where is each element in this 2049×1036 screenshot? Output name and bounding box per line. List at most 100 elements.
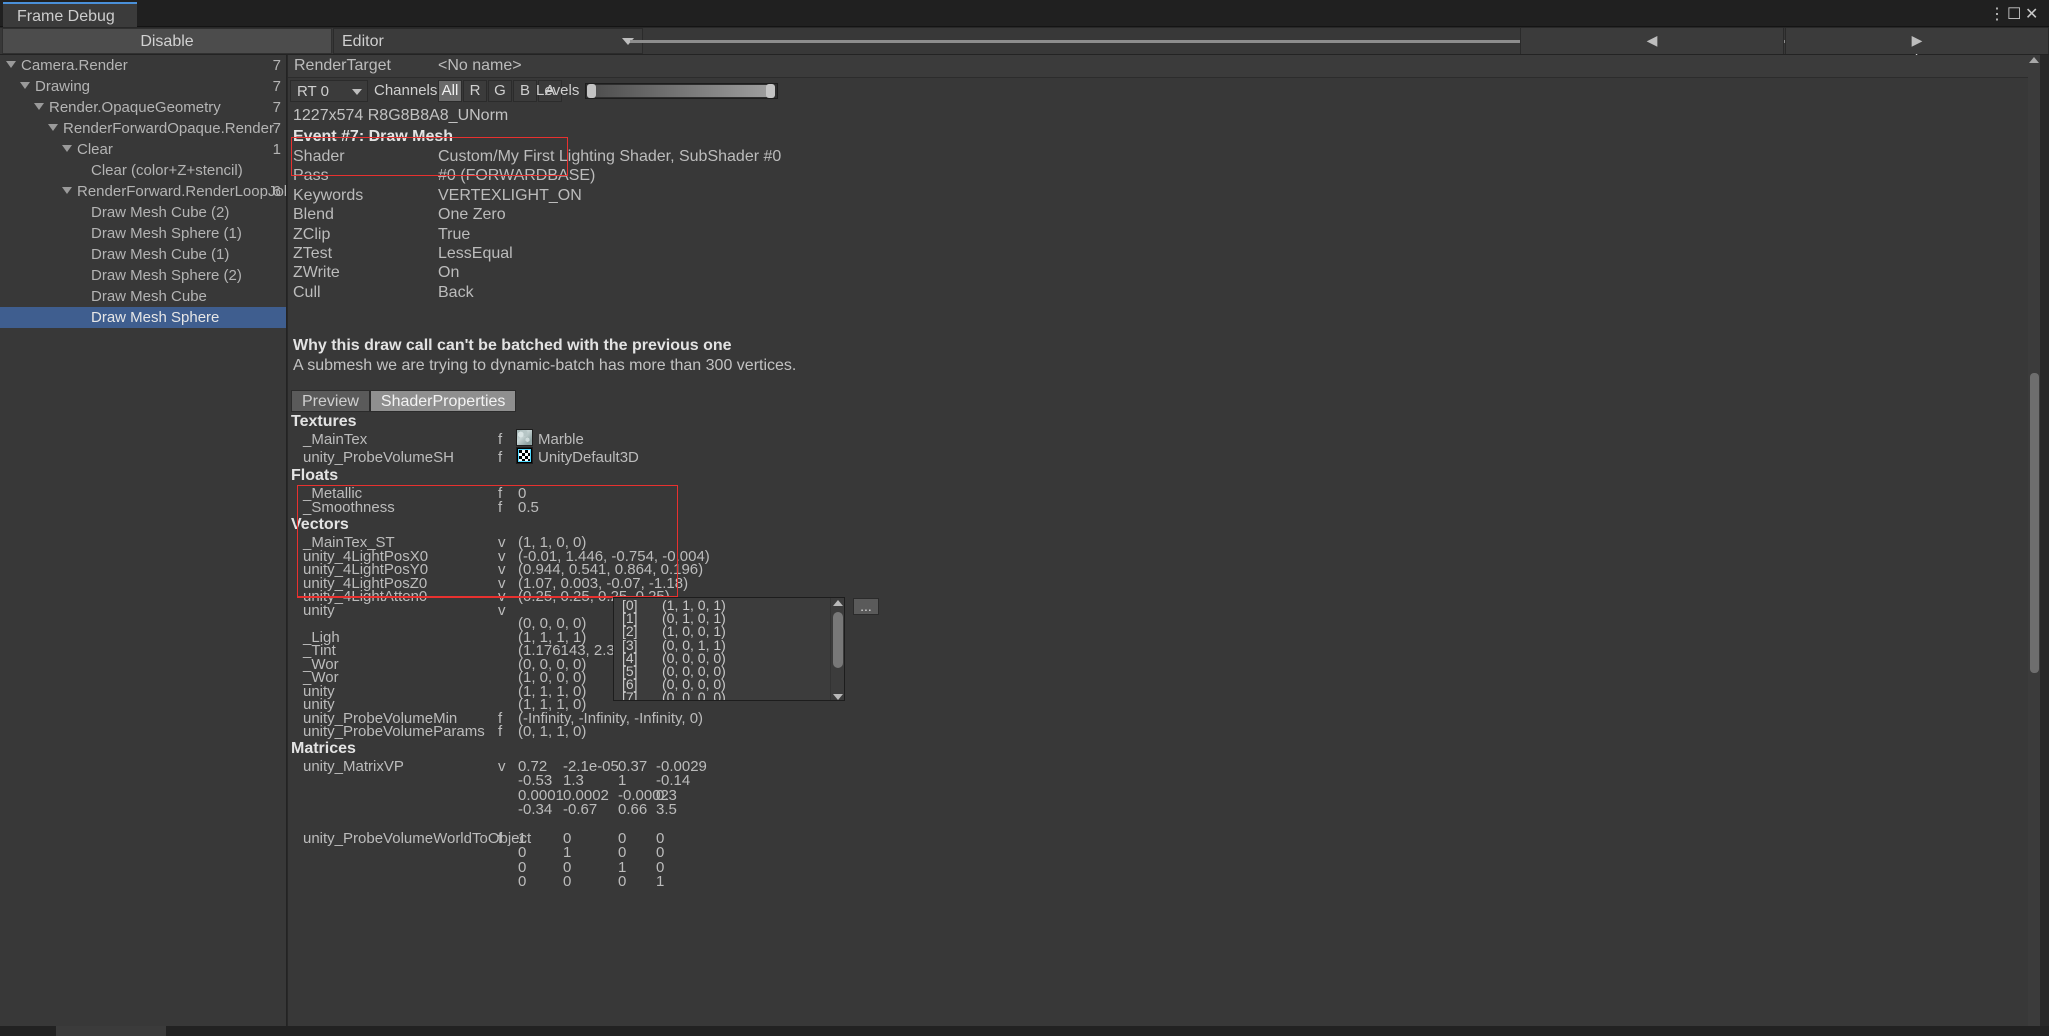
array-values-popup[interactable]: [0] (1, 1, 0, 1) [1] (0, 1, 0, 1) [2] (1, 0, … <box>613 597 845 701</box>
property-value: Custom/My First Lighting Shader, SubShad… <box>438 148 782 165</box>
render-target-info: 1227x574 R8G8B8A8_UNorm <box>293 107 509 124</box>
levels-max-handle[interactable] <box>766 84 775 98</box>
tree-item[interactable]: Draw Mesh Cube (2) <box>0 202 286 223</box>
array-popup-row[interactable]: [4] (0, 0, 0, 0) <box>614 650 844 666</box>
property-key: ZTest <box>293 245 333 262</box>
array-popup-row[interactable]: [3] (0, 0, 1, 1) <box>614 637 844 653</box>
triangle-down-icon[interactable] <box>6 61 16 68</box>
property-key: ZClip <box>293 225 331 243</box>
section-header: Floats <box>291 467 339 484</box>
scroll-down-arrow-icon[interactable] <box>833 694 843 700</box>
detail-tab-bar: Preview ShaderProperties <box>291 390 517 412</box>
event-hierarchy-tree[interactable]: Camera.Render 7 Drawing 7 Render.OpaqueGeome… <box>0 55 287 1036</box>
levels-gradient <box>587 85 767 97</box>
tree-item[interactable]: Clear 1 <box>0 139 286 160</box>
tree-item[interactable]: Draw Mesh Sphere (1) <box>0 223 286 244</box>
event-slider[interactable]: 7 of 7 <box>630 28 1923 67</box>
scroll-up-arrow-icon[interactable] <box>833 600 843 606</box>
tree-item[interactable]: Camera.Render 7 <box>0 55 286 76</box>
property-value: True <box>438 225 471 243</box>
triangle-spacer-icon <box>76 250 86 257</box>
tree-item[interactable]: Draw Mesh Cube (1) <box>0 244 286 265</box>
tab-preview[interactable]: Preview <box>291 390 370 412</box>
rt-index-label: RT 0 <box>297 83 329 100</box>
tree-item[interactable]: RenderForwardOpaque.Render 7 <box>0 118 286 139</box>
levels-label: Levels <box>536 82 580 99</box>
property-value: LessEqual <box>438 245 513 262</box>
triangle-spacer-icon <box>76 313 86 320</box>
levels-range-slider[interactable] <box>585 83 778 99</box>
shader-property-value: 0.5 <box>518 498 539 516</box>
matrix-type: v <box>498 757 506 775</box>
scroll-up-arrow-icon[interactable] <box>2029 57 2039 63</box>
prev-event-button[interactable]: ◀ <box>1520 28 1784 54</box>
array-popup-row[interactable]: [0] (1, 1, 0, 1) <box>614 598 844 613</box>
tree-item[interactable]: Render.OpaqueGeometry 7 <box>0 97 286 118</box>
section-header: Matrices <box>291 739 356 757</box>
tree-item[interactable]: Draw Mesh Sphere <box>0 307 286 328</box>
array-popup-row[interactable]: [1] (0, 1, 0, 1) <box>614 610 844 626</box>
triangle-spacer-icon <box>76 208 86 215</box>
array-popup-row[interactable]: [7] (0, 0, 0, 0) <box>614 689 844 701</box>
property-row: Blend One Zero <box>288 206 2040 225</box>
array-expand-button[interactable]: ... <box>853 598 879 615</box>
array-popup-row[interactable]: [6] (0, 0, 0, 0) <box>614 676 844 692</box>
detail-panel-scrollbar[interactable] <box>2028 55 2040 1036</box>
channel-button-b[interactable]: B <box>513 80 537 102</box>
shader-property-row: unity_ProbeVolumeParams f (0, 1, 1, 0) <box>288 723 2040 740</box>
close-icon[interactable]: ✕ <box>2025 4 2043 24</box>
tab-shaderproperties[interactable]: ShaderProperties <box>369 390 517 412</box>
property-value: On <box>438 264 460 282</box>
shader-property-type: f <box>498 431 503 448</box>
disable-button-label: Disable <box>140 33 194 50</box>
levels-min-handle[interactable] <box>587 84 596 98</box>
disable-button[interactable]: Disable <box>2 28 332 54</box>
shader-property-row: _MainTex f Marble <box>288 429 2040 448</box>
status-strip <box>0 1026 2049 1036</box>
target-dropdown[interactable]: Editor <box>333 28 643 54</box>
array-popup-scrollbar[interactable] <box>830 598 844 700</box>
tree-item[interactable]: RenderForward.RenderLoopJob 6 <box>0 181 286 202</box>
triangle-down-icon[interactable] <box>34 103 44 110</box>
kebab-menu-icon[interactable]: ⋮ <box>1989 4 2007 24</box>
array-popup-row[interactable]: [2] (1, 0, 0, 1) <box>614 623 844 639</box>
render-target-label: RenderTarget <box>294 57 391 74</box>
tree-item-label: RenderForward.RenderLoopJob <box>77 183 287 200</box>
tree-item-label: Draw Mesh Cube (1) <box>91 246 230 263</box>
channel-button-g[interactable]: G <box>488 80 512 102</box>
maximize-icon[interactable]: ☐ <box>2007 4 2025 24</box>
triangle-down-icon[interactable] <box>48 124 58 131</box>
channel-button-all[interactable]: All <box>438 80 462 102</box>
rt-index-dropdown[interactable]: RT 0 <box>290 80 368 102</box>
render-target-header: RenderTarget <No name> <box>288 55 2040 78</box>
property-row: Pass #0 (FORWARDBASE) <box>288 167 2040 186</box>
channel-button-r[interactable]: R <box>463 80 487 102</box>
matrix-cell: 0 <box>563 873 572 891</box>
property-key: Keywords <box>293 186 364 204</box>
shader-property-type: f <box>498 449 503 466</box>
tree-item[interactable]: Clear (color+Z+stencil) <box>0 160 286 181</box>
array-popup-scroll-thumb[interactable] <box>833 612 843 668</box>
target-dropdown-label: Editor <box>342 33 384 50</box>
triangle-down-icon[interactable] <box>20 82 30 89</box>
tree-item[interactable]: Draw Mesh Cube <box>0 286 286 307</box>
triangle-spacer-icon <box>76 271 86 278</box>
next-event-button[interactable]: ▶ <box>1785 28 2049 54</box>
property-value: #0 (FORWARDBASE) <box>438 167 596 185</box>
tree-item[interactable]: Draw Mesh Sphere (2) <box>0 265 286 286</box>
property-key: Cull <box>293 283 321 301</box>
array-popup-row[interactable]: [5] (0, 0, 0, 0) <box>614 663 844 679</box>
texture-thumbnail-checker <box>516 447 533 464</box>
batching-reason-text: A submesh we are trying to dynamic-batch… <box>293 357 797 374</box>
detail-scroll-thumb[interactable] <box>2030 373 2039 673</box>
array-value: (0, 0, 0, 0) <box>662 689 726 701</box>
shader-property-row: _Smoothness f 0.5 <box>288 499 2040 516</box>
tab-frame-debug[interactable]: Frame Debug <box>3 2 137 27</box>
triangle-down-icon[interactable] <box>62 145 72 152</box>
tree-item-label: Render.OpaqueGeometry <box>49 99 221 116</box>
tree-item-label: Clear (color+Z+stencil) <box>91 162 243 179</box>
tree-item[interactable]: Drawing 7 <box>0 76 286 97</box>
matrix-cell: -0.34 <box>518 801 553 819</box>
batching-reason-title: Why this draw call can't be batched with… <box>293 337 732 354</box>
triangle-down-icon[interactable] <box>62 187 72 194</box>
